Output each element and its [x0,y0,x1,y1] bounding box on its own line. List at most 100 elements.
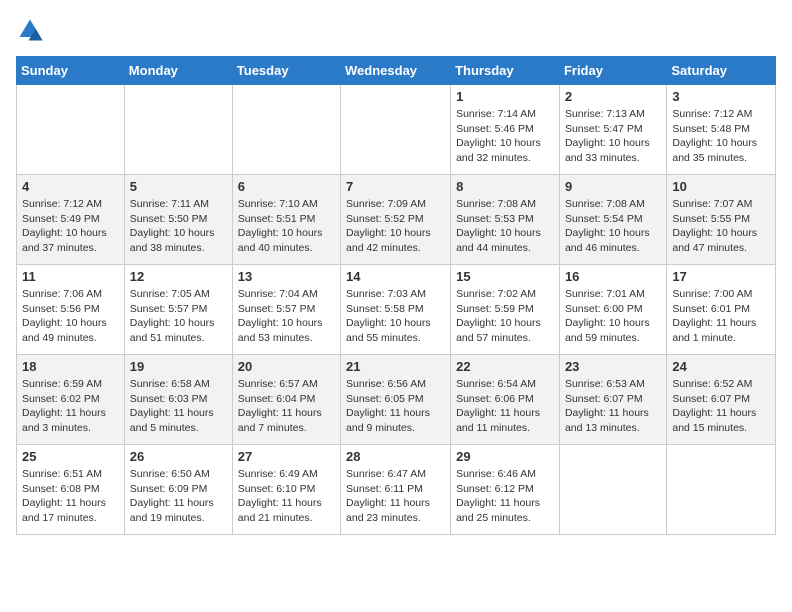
calendar-cell: 21Sunrise: 6:56 AMSunset: 6:05 PMDayligh… [341,355,451,445]
day-number: 1 [456,89,554,104]
day-info: Sunrise: 6:58 AMSunset: 6:03 PMDaylight:… [130,377,227,436]
calendar-week-2: 4 Sunrise: 7:12 AMSunset: 5:49 PMDaylight… [17,175,776,265]
calendar-cell: 14Sunrise: 7:03 AMSunset: 5:58 PMDayligh… [341,265,451,355]
day-info: Sunrise: 7:09 AMSunset: 5:52 PMDaylight:… [346,197,445,256]
calendar-cell [559,445,666,535]
day-info: Sunrise: 6:59 AMSunset: 6:02 PMDaylight:… [22,377,119,436]
day-number: 15 [456,269,554,284]
day-number: 21 [346,359,445,374]
calendar-cell: 27 Sunrise: 6:49 AMSunset: 6:10 PMDayligh… [232,445,340,535]
calendar-cell: 13 Sunrise: 7:04 AMSunset: 5:57 PMDayligh… [232,265,340,355]
day-info: Sunrise: 6:54 AMSunset: 6:06 PMDaylight:… [456,377,554,436]
calendar-cell: 22 Sunrise: 6:54 AMSunset: 6:06 PMDayligh… [451,355,560,445]
calendar-cell [667,445,776,535]
day-info: Sunrise: 7:03 AMSunset: 5:58 PMDaylight:… [346,287,445,346]
day-info: Sunrise: 6:52 AMSunset: 6:07 PMDaylight:… [672,377,770,436]
day-number: 26 [130,449,227,464]
day-number: 7 [346,179,445,194]
day-number: 25 [22,449,119,464]
calendar-header-tuesday: Tuesday [232,57,340,85]
calendar-header-monday: Monday [124,57,232,85]
calendar-week-4: 18 Sunrise: 6:59 AMSunset: 6:02 PMDayligh… [17,355,776,445]
day-number: 29 [456,449,554,464]
day-info: Sunrise: 7:02 AMSunset: 5:59 PMDaylight:… [456,287,554,346]
day-number: 22 [456,359,554,374]
day-info: Sunrise: 7:07 AMSunset: 5:55 PMDaylight:… [672,197,770,256]
calendar-cell [341,85,451,175]
day-number: 18 [22,359,119,374]
calendar-cell: 6Sunrise: 7:10 AMSunset: 5:51 PMDaylight… [232,175,340,265]
day-info: Sunrise: 6:47 AMSunset: 6:11 PMDaylight:… [346,467,445,526]
calendar-header-friday: Friday [559,57,666,85]
day-number: 6 [238,179,335,194]
day-info: Sunrise: 6:46 AMSunset: 6:12 PMDaylight:… [456,467,554,526]
day-number: 28 [346,449,445,464]
day-info: Sunrise: 7:08 AMSunset: 5:53 PMDaylight:… [456,197,554,256]
calendar-header-saturday: Saturday [667,57,776,85]
calendar-cell: 25 Sunrise: 6:51 AMSunset: 6:08 PMDayligh… [17,445,125,535]
day-info: Sunrise: 7:12 AMSunset: 5:48 PMDaylight:… [672,107,770,166]
day-number: 3 [672,89,770,104]
day-info: Sunrise: 7:05 AMSunset: 5:57 PMDaylight:… [130,287,227,346]
logo-icon [16,16,44,44]
day-info: Sunrise: 7:08 AMSunset: 5:54 PMDaylight:… [565,197,661,256]
day-info: Sunrise: 6:57 AMSunset: 6:04 PMDaylight:… [238,377,335,436]
header [16,16,776,44]
calendar-cell: 15 Sunrise: 7:02 AMSunset: 5:59 PMDayligh… [451,265,560,355]
calendar-cell: 23 Sunrise: 6:53 AMSunset: 6:07 PMDayligh… [559,355,666,445]
day-number: 8 [456,179,554,194]
day-number: 9 [565,179,661,194]
calendar-cell [17,85,125,175]
calendar-week-5: 25 Sunrise: 6:51 AMSunset: 6:08 PMDayligh… [17,445,776,535]
calendar-cell: 8 Sunrise: 7:08 AMSunset: 5:53 PMDaylight… [451,175,560,265]
calendar-cell [232,85,340,175]
day-number: 10 [672,179,770,194]
day-info: Sunrise: 6:51 AMSunset: 6:08 PMDaylight:… [22,467,119,526]
calendar-cell: 29 Sunrise: 6:46 AMSunset: 6:12 PMDayligh… [451,445,560,535]
day-number: 11 [22,269,119,284]
calendar-header-thursday: Thursday [451,57,560,85]
calendar-cell [124,85,232,175]
day-info: Sunrise: 6:53 AMSunset: 6:07 PMDaylight:… [565,377,661,436]
day-info: Sunrise: 7:14 AMSunset: 5:46 PMDaylight:… [456,107,554,166]
day-number: 5 [130,179,227,194]
calendar-cell: 10 Sunrise: 7:07 AMSunset: 5:55 PMDayligh… [667,175,776,265]
day-number: 27 [238,449,335,464]
calendar-table: SundayMondayTuesdayWednesdayThursdayFrid… [16,56,776,535]
calendar-cell: 2Sunrise: 7:13 AMSunset: 5:47 PMDaylight… [559,85,666,175]
day-info: Sunrise: 6:50 AMSunset: 6:09 PMDaylight:… [130,467,227,526]
calendar-cell: 12 Sunrise: 7:05 AMSunset: 5:57 PMDayligh… [124,265,232,355]
calendar-cell: 19 Sunrise: 6:58 AMSunset: 6:03 PMDayligh… [124,355,232,445]
calendar-week-3: 11 Sunrise: 7:06 AMSunset: 5:56 PMDayligh… [17,265,776,355]
day-number: 16 [565,269,661,284]
day-info: Sunrise: 7:00 AMSunset: 6:01 PMDaylight:… [672,287,770,346]
day-number: 24 [672,359,770,374]
day-number: 12 [130,269,227,284]
day-info: Sunrise: 7:06 AMSunset: 5:56 PMDaylight:… [22,287,119,346]
calendar-cell: 3 Sunrise: 7:12 AMSunset: 5:48 PMDaylight… [667,85,776,175]
day-info: Sunrise: 7:01 AMSunset: 6:00 PMDaylight:… [565,287,661,346]
day-number: 23 [565,359,661,374]
calendar-cell: 20 Sunrise: 6:57 AMSunset: 6:04 PMDayligh… [232,355,340,445]
logo [16,16,48,44]
calendar-header-sunday: Sunday [17,57,125,85]
calendar-cell: 11 Sunrise: 7:06 AMSunset: 5:56 PMDayligh… [17,265,125,355]
day-number: 20 [238,359,335,374]
day-info: Sunrise: 7:12 AMSunset: 5:49 PMDaylight:… [22,197,119,256]
calendar-cell: 28 Sunrise: 6:47 AMSunset: 6:11 PMDayligh… [341,445,451,535]
calendar-cell: 7 Sunrise: 7:09 AMSunset: 5:52 PMDaylight… [341,175,451,265]
calendar-cell: 17 Sunrise: 7:00 AMSunset: 6:01 PMDayligh… [667,265,776,355]
calendar-header-wednesday: Wednesday [341,57,451,85]
day-info: Sunrise: 7:11 AMSunset: 5:50 PMDaylight:… [130,197,227,256]
calendar-cell: 18 Sunrise: 6:59 AMSunset: 6:02 PMDayligh… [17,355,125,445]
calendar-cell: 4 Sunrise: 7:12 AMSunset: 5:49 PMDaylight… [17,175,125,265]
calendar-cell: 9 Sunrise: 7:08 AMSunset: 5:54 PMDaylight… [559,175,666,265]
calendar-cell: 16 Sunrise: 7:01 AMSunset: 6:00 PMDayligh… [559,265,666,355]
day-number: 4 [22,179,119,194]
day-number: 17 [672,269,770,284]
day-number: 19 [130,359,227,374]
day-info: Sunrise: 6:49 AMSunset: 6:10 PMDaylight:… [238,467,335,526]
day-info: Sunrise: 7:04 AMSunset: 5:57 PMDaylight:… [238,287,335,346]
calendar-week-1: 1 Sunrise: 7:14 AMSunset: 5:46 PMDaylight… [17,85,776,175]
day-number: 13 [238,269,335,284]
